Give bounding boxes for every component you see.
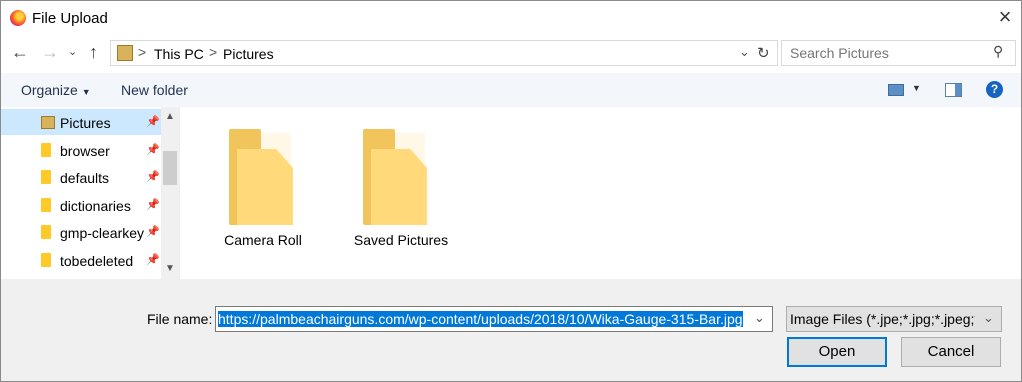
pin-icon: 📌	[146, 199, 160, 211]
pin-icon: 📌	[146, 226, 160, 238]
navigation-pane: Pictures 📌 browser 📌 defaults 📌 dictiona…	[1, 107, 179, 279]
file-type-chevron-icon: ⌄	[983, 310, 994, 325]
pictures-folder-icon	[41, 116, 55, 129]
pin-icon: 📌	[146, 254, 160, 266]
command-toolbar: Organize ▼ New folder ▼ ?	[1, 73, 1021, 107]
breadcrumb-separator-icon: >	[138, 44, 147, 60]
list-item[interactable]: Saved Pictures	[343, 115, 459, 255]
file-type-select[interactable]: Image Files (*.jpe;*.jpg;*.jpeg;*.g ⌄	[786, 306, 1002, 332]
folder-icon	[41, 225, 51, 239]
folder-icon	[41, 253, 51, 267]
sidebar-item-label: dictionaries	[60, 198, 131, 214]
scroll-down-icon[interactable]: ▼	[165, 263, 175, 274]
folder-icon	[363, 129, 427, 225]
organize-label: Organize	[21, 82, 78, 98]
search-input[interactable]	[788, 44, 987, 62]
file-name-field[interactable]: https://palmbeachairguns.com/wp-content/…	[215, 306, 773, 332]
recent-locations-chevron-icon[interactable]: ⌄	[68, 41, 77, 65]
sidebar-item-label: browser	[60, 143, 110, 159]
sidebar-item-label: Pictures	[60, 115, 111, 131]
file-type-value: Image Files (*.jpe;*.jpg;*.jpeg;*.g	[790, 311, 975, 327]
sidebar-item-gmp-clearkey[interactable]: gmp-clearkey 📌	[1, 219, 161, 245]
change-view-icon[interactable]	[888, 84, 904, 96]
folder-icon	[229, 129, 293, 225]
cancel-button[interactable]: Cancel	[901, 337, 1001, 367]
file-upload-dialog: File Upload × ← → ⌄ ↑ > This PC > Pictur…	[0, 0, 1022, 382]
breadcrumb-this-pc[interactable]: This PC	[154, 46, 204, 62]
file-name-dropdown-chevron-icon[interactable]: ⌄	[754, 310, 765, 326]
folder-icon	[41, 198, 51, 212]
window-title: File Upload	[32, 10, 108, 27]
organize-dropdown-icon: ▼	[81, 87, 91, 97]
folder-icon	[41, 170, 51, 184]
organize-button[interactable]: Organize ▼	[21, 82, 91, 98]
view-options-dropdown-icon[interactable]: ▼	[912, 83, 921, 93]
search-icon: ⚲	[993, 43, 1004, 59]
title-bar: File Upload ×	[1, 1, 1021, 37]
address-bar[interactable]: > This PC > Pictures ⌄ ↻	[110, 40, 778, 66]
folder-icon	[41, 143, 51, 157]
file-name-label: File name:	[147, 311, 213, 327]
file-name-panel: File name: https://palmbeachairguns.com/…	[1, 279, 1021, 381]
sidebar-item-label: tobedeleted	[60, 253, 134, 269]
search-box[interactable]: ⚲	[781, 40, 1016, 66]
refresh-icon[interactable]: ↻	[757, 44, 770, 62]
address-dropdown-chevron-icon[interactable]: ⌄	[739, 44, 750, 60]
breadcrumb-pictures[interactable]: Pictures	[223, 46, 274, 62]
pin-icon: 📌	[146, 171, 160, 183]
sidebar-item-tobedeleted[interactable]: tobedeleted 📌	[1, 247, 161, 273]
new-folder-button[interactable]: New folder	[121, 82, 188, 98]
folder-front-shape	[237, 149, 293, 225]
close-icon[interactable]: ×	[995, 6, 1015, 28]
sidebar-item-defaults[interactable]: defaults 📌	[1, 164, 161, 190]
scrollbar-thumb[interactable]	[163, 151, 177, 185]
list-item[interactable]: Camera Roll	[212, 115, 314, 255]
sidebar-item-dictionaries[interactable]: dictionaries 📌	[1, 192, 161, 218]
back-arrow-icon[interactable]: ←	[11, 41, 29, 65]
file-name-label: Camera Roll	[224, 232, 302, 248]
breadcrumb-separator-icon: >	[209, 44, 218, 60]
sidebar-item-label: defaults	[60, 170, 110, 186]
pictures-folder-icon	[117, 45, 133, 61]
pin-icon: 📌	[146, 144, 160, 156]
firefox-icon	[10, 10, 26, 26]
sidebar-item-label: gmp-clearkey	[60, 225, 145, 241]
scroll-up-icon[interactable]: ▲	[165, 111, 175, 122]
forward-arrow-icon[interactable]: →	[41, 41, 59, 65]
help-icon[interactable]: ?	[986, 81, 1003, 98]
sidebar-item-browser[interactable]: browser 📌	[1, 137, 161, 163]
file-name-text-wrap: https://palmbeachairguns.com/wp-content/…	[218, 311, 746, 327]
preview-pane-icon[interactable]	[945, 83, 962, 97]
sidebar-item-pictures[interactable]: Pictures 📌	[1, 109, 161, 135]
pin-icon: 📌	[146, 116, 160, 128]
file-name-label: Saved Pictures	[353, 232, 449, 248]
file-name-value: https://palmbeachairguns.com/wp-content/…	[218, 311, 743, 327]
file-list-area: Camera Roll Saved Pictures	[179, 107, 1021, 279]
folder-front-shape	[371, 149, 427, 225]
up-arrow-icon[interactable]: ↑	[89, 41, 98, 65]
navigation-scrollbar[interactable]: ▲ ▼	[161, 107, 179, 279]
open-button[interactable]: Open	[787, 337, 887, 367]
